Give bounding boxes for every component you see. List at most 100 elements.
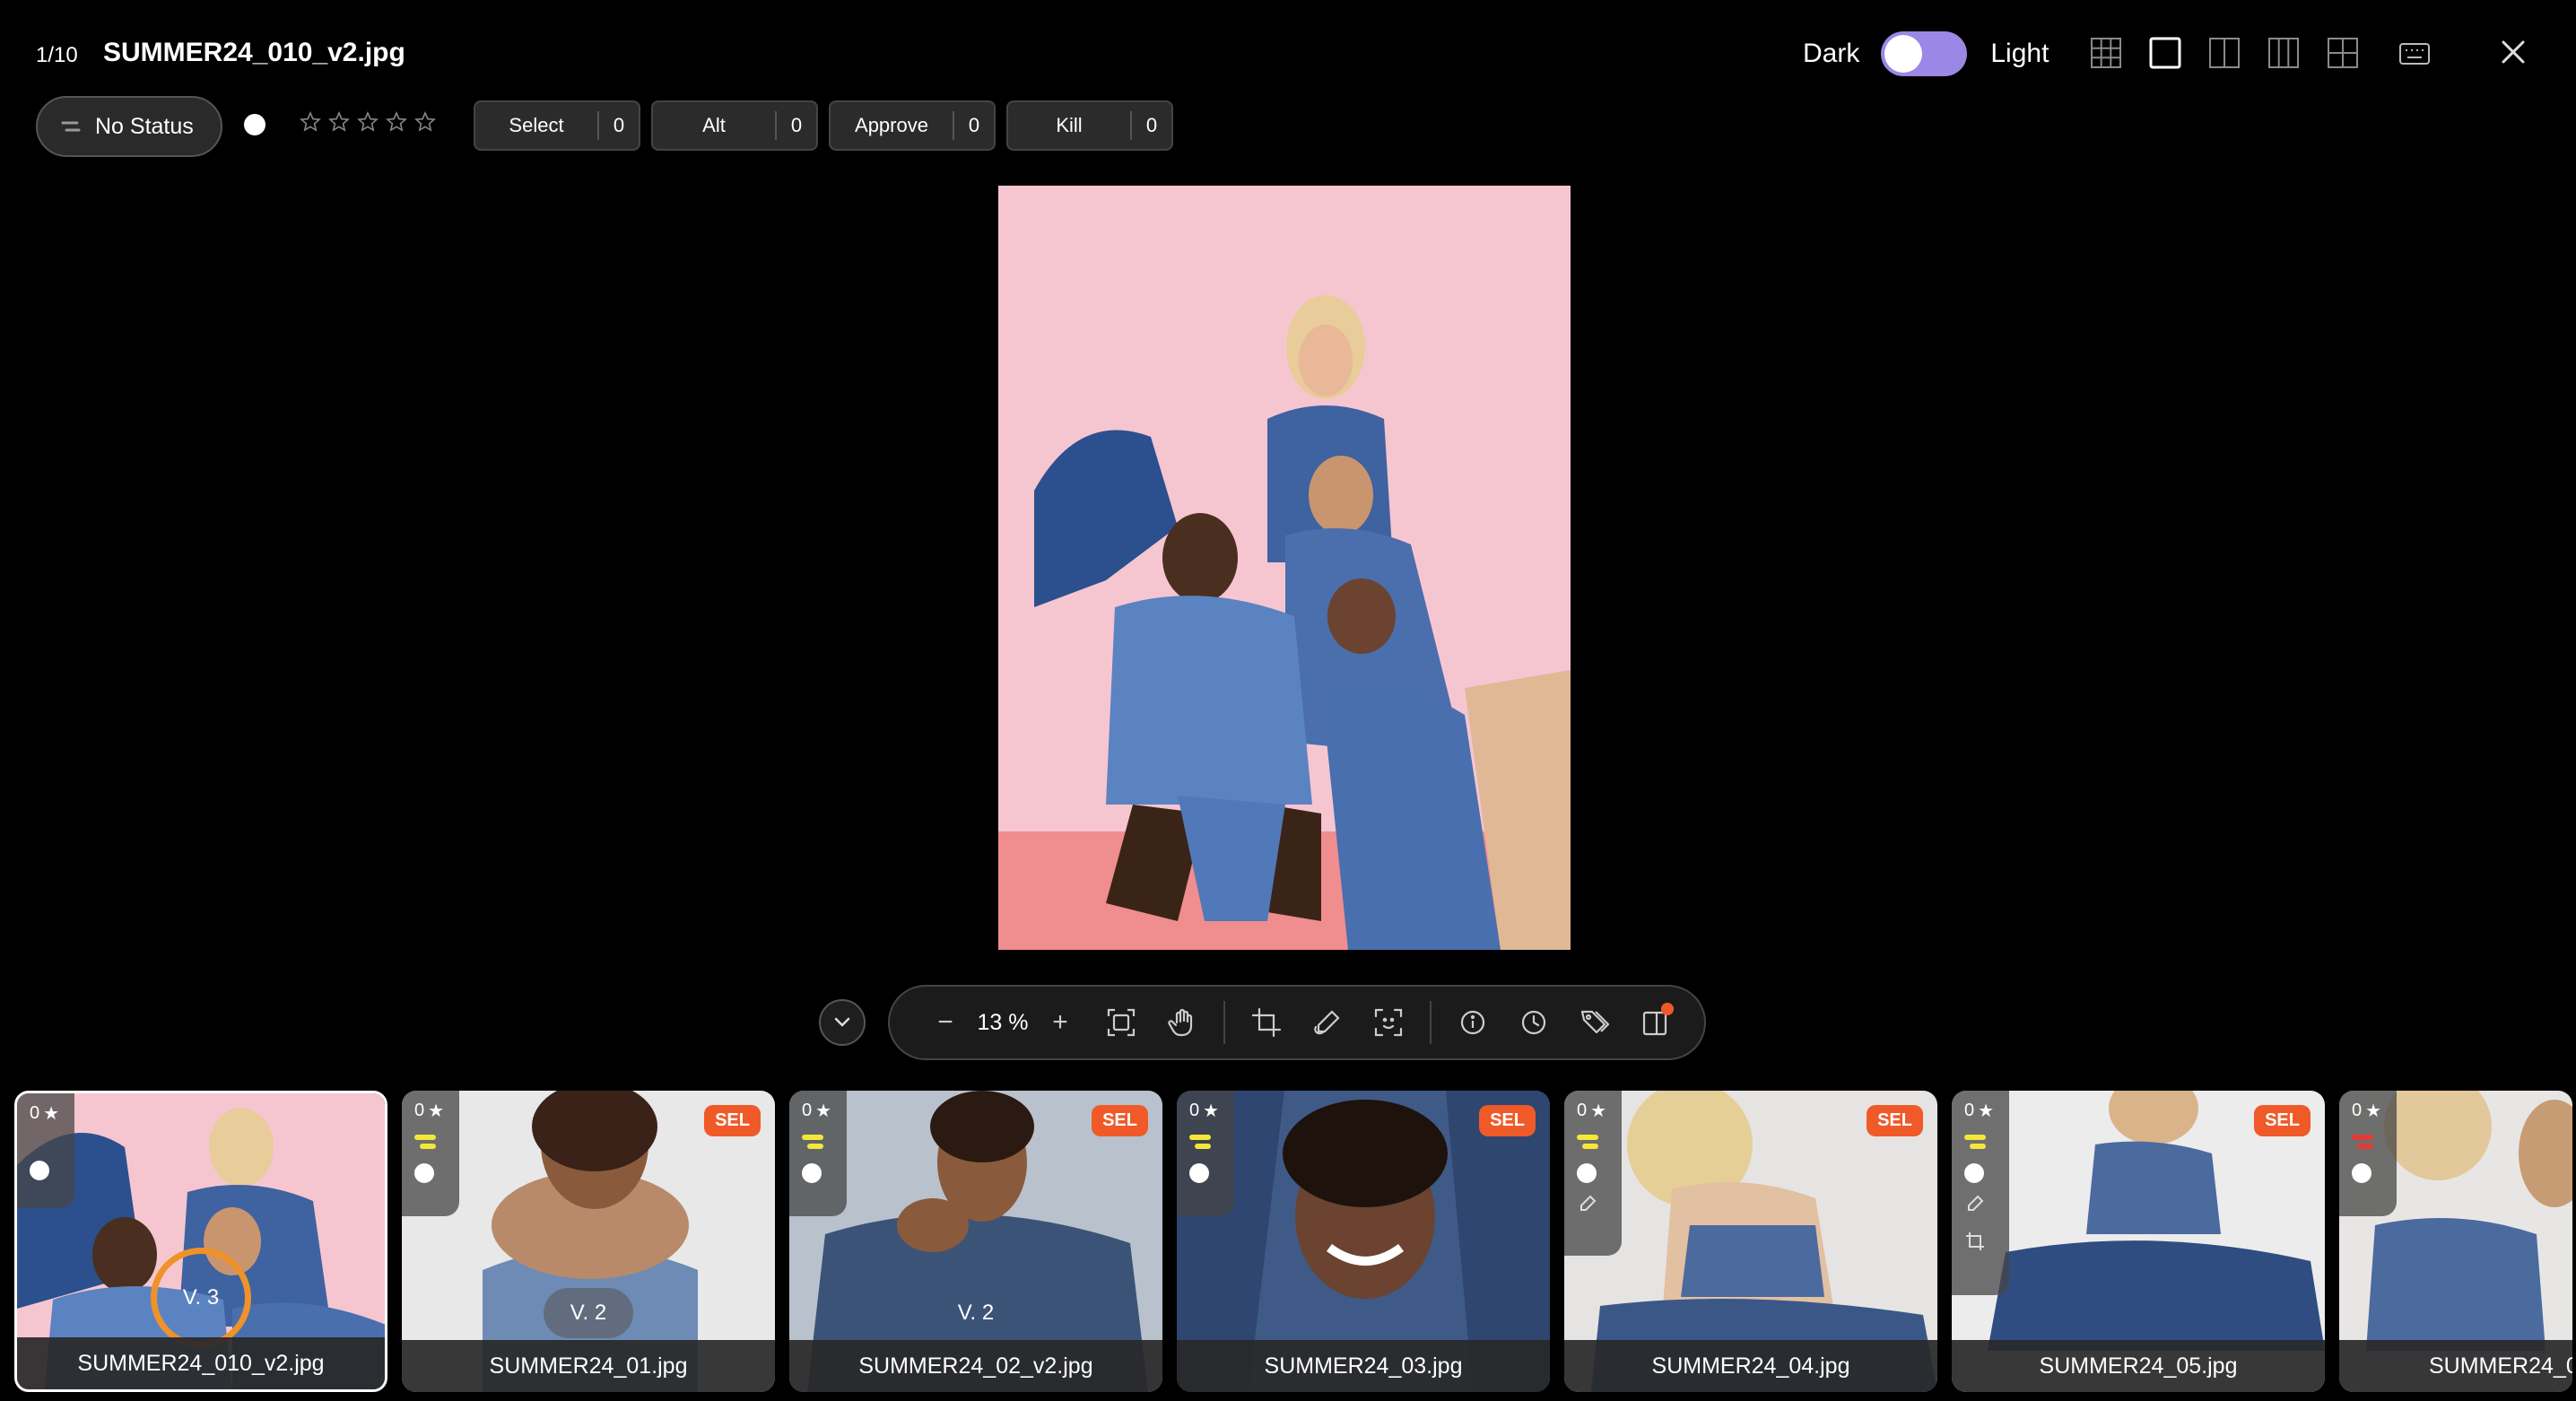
rating-count: 0 ★: [1964, 1100, 2009, 1122]
face-detect-icon[interactable]: [1369, 1003, 1408, 1042]
status-dropdown[interactable]: No Status: [36, 96, 222, 157]
thumbnail-meta: 0 ★: [17, 1093, 74, 1208]
star-filled-icon: ★: [428, 1101, 445, 1121]
hand-pan-icon[interactable]: [1162, 1003, 1202, 1042]
star-icon[interactable]: [300, 111, 321, 133]
compare-panel-icon[interactable]: [1636, 1003, 1675, 1042]
counter-label: Approve: [855, 114, 928, 136]
star-icon[interactable]: [328, 111, 350, 133]
star-filled-icon: ★: [1978, 1101, 1995, 1121]
label-yellow-icon: [1964, 1135, 1986, 1140]
sel-badge: SEL: [2254, 1105, 2311, 1136]
rating-value: 0: [2352, 1101, 2363, 1120]
rating-count: 0 ★: [1577, 1100, 1622, 1122]
crop-icon[interactable]: [1247, 1003, 1286, 1042]
thumbnail-filename: SUMMER24_05.jpg: [1952, 1340, 2325, 1392]
filmstrip-thumbnail[interactable]: 0 ★ SEL SUMMER24_04.jpg: [1564, 1091, 1937, 1392]
label-red-icon: [2352, 1135, 2373, 1140]
color-label-dot: [414, 1163, 434, 1183]
filmstrip: 0 ★ V. 3 SUMMER24_010_v2.jpg 0 ★ SEL V. 2 …: [14, 1091, 2572, 1392]
keyboard-icon[interactable]: [2397, 38, 2432, 70]
status-lines-icon: [61, 121, 81, 132]
thumbnail-filename: SUMMER24_04.jpg: [1564, 1340, 1937, 1392]
rating-count: 0 ★: [30, 1102, 74, 1125]
theme-dark-label: Dark: [1803, 39, 1860, 68]
star-filled-icon: ★: [2365, 1101, 2382, 1121]
rating-value: 0: [30, 1103, 40, 1123]
sel-badge: SEL: [1092, 1105, 1148, 1136]
status-label: No Status: [95, 113, 194, 139]
rating-count: 0 ★: [2352, 1100, 2397, 1122]
approval-counters: Select 0 Alt 0 Approve 0 Kill 0: [474, 100, 1173, 151]
thumbnail-filename: SUMMER24_0: [2339, 1340, 2572, 1392]
star-filled-icon: ★: [1203, 1101, 1220, 1121]
select-counter-button[interactable]: Select 0: [474, 100, 640, 151]
rating-value: 0: [414, 1101, 425, 1120]
alt-counter-button[interactable]: Alt 0: [651, 100, 818, 151]
annotate-pen-icon[interactable]: [1308, 1003, 1347, 1042]
zoom-level: 13 %: [977, 1009, 1029, 1035]
photo-illustration: [998, 186, 1571, 950]
thumbnail-filename: SUMMER24_03.jpg: [1177, 1340, 1550, 1392]
close-icon[interactable]: [2495, 34, 2531, 70]
star-icon[interactable]: [386, 111, 407, 133]
star-filled-icon: ★: [815, 1101, 832, 1121]
version-badge[interactable]: V. 3: [151, 1248, 251, 1348]
label-yellow-icon: [802, 1135, 823, 1140]
thumbnail-meta: 0 ★: [1177, 1091, 1234, 1216]
filmstrip-thumbnail[interactable]: 0 ★ SEL SUMMER24_05.jpg: [1952, 1091, 2325, 1392]
main-photo[interactable]: [998, 186, 1571, 950]
version-badge[interactable]: V. 2: [544, 1288, 633, 1338]
single-view-icon[interactable]: [2147, 34, 2183, 72]
star-filled-icon: ★: [43, 1104, 60, 1124]
thumbnail-meta: 0 ★: [789, 1091, 847, 1216]
tags-icon[interactable]: [1575, 1003, 1614, 1042]
version-badge[interactable]: V. 2: [931, 1288, 1021, 1338]
color-label-dot: [2352, 1163, 2371, 1183]
theme-toggle[interactable]: [1881, 31, 1968, 76]
viewer-header: 1/10 SUMMER24_010_v2.jpg Dark Light: [0, 0, 2576, 108]
rating-value: 0: [802, 1101, 813, 1120]
thumbnail-meta: 0 ★: [1564, 1091, 1622, 1256]
label-yellow-icon: [1189, 1135, 1211, 1140]
counter-label: Kill: [1056, 114, 1083, 136]
chevron-down-icon: [834, 1017, 850, 1027]
grid-view-icon[interactable]: [2088, 34, 2124, 72]
counter-value: 0: [613, 114, 625, 136]
kill-counter-button[interactable]: Kill 0: [1006, 100, 1173, 151]
rating-count: 0 ★: [414, 1100, 459, 1122]
star-icon[interactable]: [357, 111, 379, 133]
crop-icon: [1966, 1232, 1984, 1250]
toggle-knob: [1884, 35, 1923, 73]
filmstrip-thumbnail[interactable]: 0 ★ SEL SUMMER24_03.jpg: [1177, 1091, 1550, 1392]
label-yellow-icon: [1970, 1144, 1986, 1149]
info-icon[interactable]: [1453, 1003, 1493, 1042]
color-label-dot: [1189, 1163, 1209, 1183]
zoom-in-button[interactable]: +: [1040, 1003, 1080, 1042]
filmstrip-thumbnail[interactable]: 0 ★ SUMMER24_0: [2339, 1091, 2572, 1392]
quad-view-icon[interactable]: [2325, 34, 2361, 72]
label-yellow-icon: [1195, 1144, 1211, 1149]
collapse-filmstrip-button[interactable]: [819, 999, 866, 1046]
annotate-pen-icon: [1968, 1195, 1984, 1211]
color-label-dot: [1964, 1163, 1984, 1183]
split-3-view-icon[interactable]: [2266, 34, 2302, 72]
color-label-dot[interactable]: [244, 114, 265, 135]
split-2-view-icon[interactable]: [2206, 34, 2242, 72]
star-icon[interactable]: [414, 111, 436, 133]
label-red-icon: [2357, 1144, 2373, 1149]
image-counter: 1/10: [36, 43, 78, 67]
fit-screen-icon[interactable]: [1101, 1003, 1141, 1042]
counter-value: 0: [790, 114, 803, 136]
counter-label: Alt: [702, 114, 726, 136]
image-filename: SUMMER24_010_v2.jpg: [103, 38, 405, 67]
zoom-out-button[interactable]: −: [926, 1003, 965, 1042]
thumbnail-meta: 0 ★: [1952, 1091, 2009, 1295]
filmstrip-thumbnail[interactable]: 0 ★ SEL V. 2 SUMMER24_02_v2.jpg: [789, 1091, 1162, 1392]
filmstrip-thumbnail[interactable]: 0 ★ V. 3 SUMMER24_010_v2.jpg: [14, 1091, 387, 1392]
approve-counter-button[interactable]: Approve 0: [829, 100, 996, 151]
history-clock-icon[interactable]: [1514, 1003, 1553, 1042]
filmstrip-thumbnail[interactable]: 0 ★ SEL V. 2 SUMMER24_01.jpg: [402, 1091, 775, 1392]
label-yellow-icon: [807, 1144, 823, 1149]
thumbnail-filename: SUMMER24_02_v2.jpg: [789, 1340, 1162, 1392]
